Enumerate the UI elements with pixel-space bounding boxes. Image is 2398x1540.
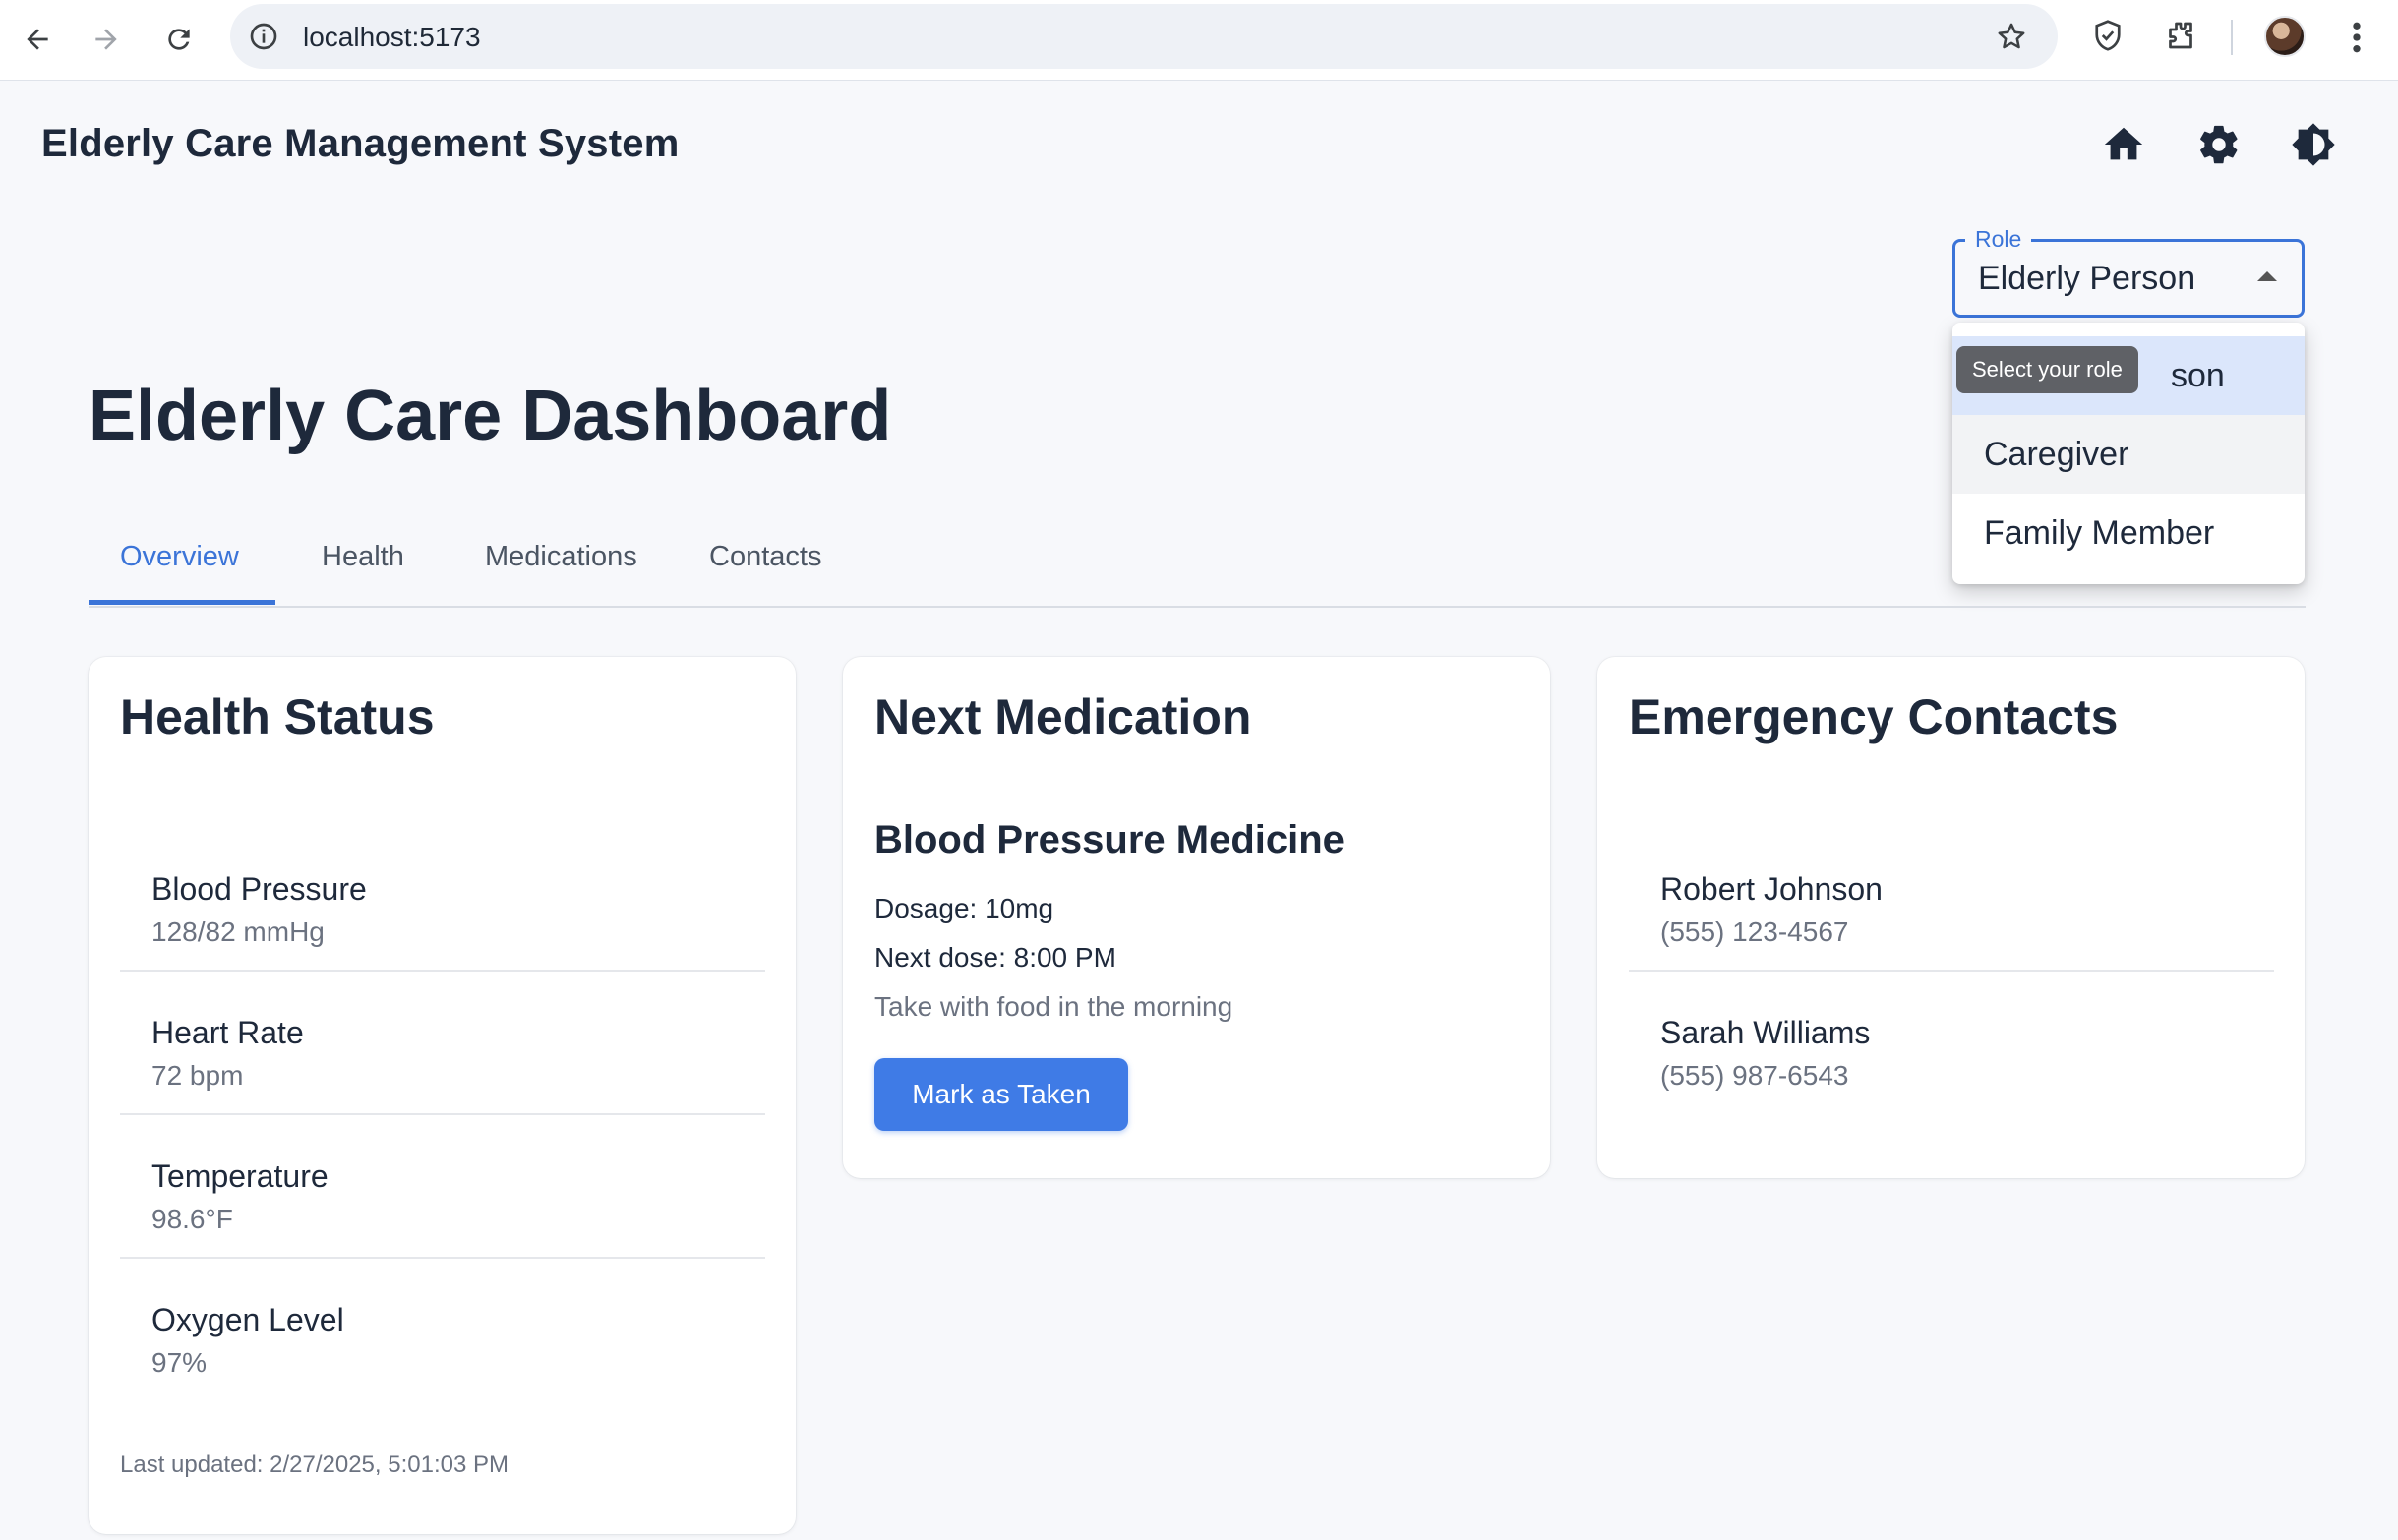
list-item: Heart Rate 72 bpm xyxy=(120,976,765,1119)
theme-toggle-icon xyxy=(2292,123,2335,166)
arrow-right-icon xyxy=(95,29,117,50)
tab-bar: Overview Health Medications Contacts xyxy=(89,521,2306,608)
browser-toolbar: localhost:5173 xyxy=(0,0,2398,81)
theme-toggle-button[interactable] xyxy=(2289,120,2338,169)
shield-extension-icon[interactable] xyxy=(2090,18,2126,53)
bookmark-star-icon[interactable] xyxy=(1995,20,2028,53)
list-item: Temperature 98.6°F xyxy=(120,1119,765,1263)
medication-next-dose: Next dose: 8:00 PM xyxy=(874,942,1116,973)
role-option-label: Caregiver xyxy=(1984,435,2129,473)
metric-value: 97% xyxy=(151,1347,208,1378)
settings-button[interactable] xyxy=(2194,120,2244,169)
role-option-caregiver[interactable]: Caregiver xyxy=(1952,415,2305,494)
tab-medications[interactable]: Medications xyxy=(485,541,637,573)
contact-name: Robert Johnson xyxy=(1660,871,1883,907)
list-item: Oxygen Level 97% xyxy=(120,1263,765,1406)
site-info-icon[interactable] xyxy=(248,21,279,52)
settings-gear-icon xyxy=(2200,125,2238,164)
mark-as-taken-button[interactable]: Mark as Taken xyxy=(874,1058,1128,1131)
medication-name: Blood Pressure Medicine xyxy=(874,818,1345,861)
card-title: Next Medication xyxy=(874,689,1252,744)
home-button[interactable] xyxy=(2099,120,2148,169)
emergency-contacts-card: Emergency Contacts Robert Johnson (555) … xyxy=(1597,657,2305,1178)
last-updated-text: Last updated: 2/27/2025, 5:01:03 PM xyxy=(120,1451,509,1478)
url-text: localhost:5173 xyxy=(303,22,481,52)
next-medication-card: Next Medication Blood Pressure Medicine … xyxy=(843,657,1550,1178)
divider xyxy=(1629,970,2274,972)
metric-label: Heart Rate xyxy=(151,1015,304,1050)
medication-dosage: Dosage: 10mg xyxy=(874,893,1054,923)
contact-phone: (555) 987-6543 xyxy=(1660,1060,1849,1091)
tab-contacts[interactable]: Contacts xyxy=(709,541,821,573)
metric-value: 128/82 mmHg xyxy=(151,917,325,947)
reload-button[interactable] xyxy=(153,14,205,65)
address-bar[interactable]: localhost:5173 xyxy=(230,4,2058,69)
divider xyxy=(120,1113,765,1115)
medication-note: Take with food in the morning xyxy=(874,991,1233,1022)
card-title: Health Status xyxy=(120,689,435,744)
metric-label: Temperature xyxy=(151,1158,329,1194)
tab-overview[interactable]: Overview xyxy=(120,541,239,573)
active-tab-indicator xyxy=(89,600,275,605)
divider xyxy=(120,1257,765,1259)
reload-icon xyxy=(168,29,190,50)
contact-item[interactable]: Robert Johnson (555) 123-4567 xyxy=(1629,832,2274,976)
contact-phone: (555) 123-4567 xyxy=(1660,917,1849,947)
toolbar-divider xyxy=(2231,20,2233,55)
metric-label: Oxygen Level xyxy=(151,1302,344,1337)
arrow-left-icon xyxy=(27,29,48,50)
forward-button[interactable] xyxy=(81,14,132,65)
puzzle-extensions-icon[interactable] xyxy=(2163,18,2198,53)
contact-item[interactable]: Sarah Williams (555) 987-6543 xyxy=(1629,976,2274,1119)
card-title: Emergency Contacts xyxy=(1629,689,2119,744)
contact-name: Sarah Williams xyxy=(1660,1015,1871,1050)
metric-value: 98.6°F xyxy=(151,1204,233,1234)
metric-label: Blood Pressure xyxy=(151,871,367,907)
back-button[interactable] xyxy=(12,14,63,65)
home-icon xyxy=(2104,127,2143,160)
health-status-card: Health Status Blood Pressure 128/82 mmHg… xyxy=(89,657,796,1534)
menu-kebab-icon[interactable] xyxy=(2341,18,2372,57)
role-select-value[interactable]: Elderly Person xyxy=(1978,260,2195,298)
role-option-label: son xyxy=(2171,356,2225,394)
app-title: Elderly Care Management System xyxy=(41,122,680,165)
metric-value: 72 bpm xyxy=(151,1060,244,1091)
role-select-label: Role xyxy=(1965,226,2032,253)
list-item: Blood Pressure 128/82 mmHg xyxy=(120,832,765,976)
divider xyxy=(120,970,765,972)
role-tooltip: Select your role xyxy=(1956,346,2138,393)
page-title: Elderly Care Dashboard xyxy=(89,377,892,455)
caret-up-icon[interactable] xyxy=(2257,271,2277,281)
profile-avatar[interactable] xyxy=(2264,16,2306,57)
tab-health[interactable]: Health xyxy=(322,541,404,573)
